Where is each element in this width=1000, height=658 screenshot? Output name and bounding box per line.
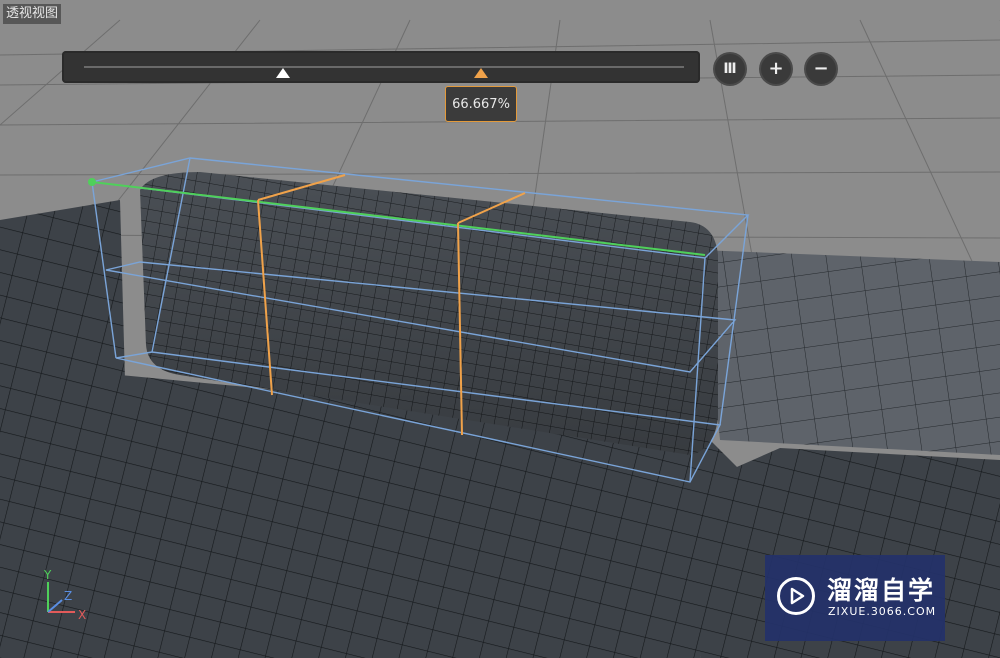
watermark-logo: 溜溜自学 ZIXUE.3066.COM (765, 555, 945, 641)
remove-cut-button[interactable]: − (806, 54, 836, 84)
axis-x-label: X (78, 608, 86, 622)
pause-button[interactable]: Ⅲ (715, 54, 745, 84)
loop-cut-value-badge: 66.667% (445, 86, 517, 122)
minus-icon: − (813, 58, 829, 79)
loop-cut-slider[interactable] (62, 51, 700, 83)
pause-icon: Ⅲ (723, 61, 737, 77)
axis-z-label: Z (64, 589, 72, 603)
plus-icon: + (768, 58, 784, 79)
slider-track[interactable] (84, 66, 684, 68)
viewport-title: 透视视图 (3, 4, 62, 24)
perspective-viewport[interactable]: Y Z X 透视视图 66.667% Ⅲ + − 溜溜自学 ZIXUE.3066… (0, 0, 1000, 658)
play-logo-icon (777, 577, 815, 615)
watermark-subtitle: ZIXUE.3066.COM (828, 605, 937, 618)
slider-handle-start[interactable] (276, 68, 290, 78)
watermark-title: 溜溜自学 (827, 576, 936, 605)
slider-handle-active[interactable] (474, 68, 488, 78)
sofa-backrest (700, 250, 1000, 455)
axis-y-label: Y (43, 568, 52, 582)
add-cut-button[interactable]: + (761, 54, 791, 84)
